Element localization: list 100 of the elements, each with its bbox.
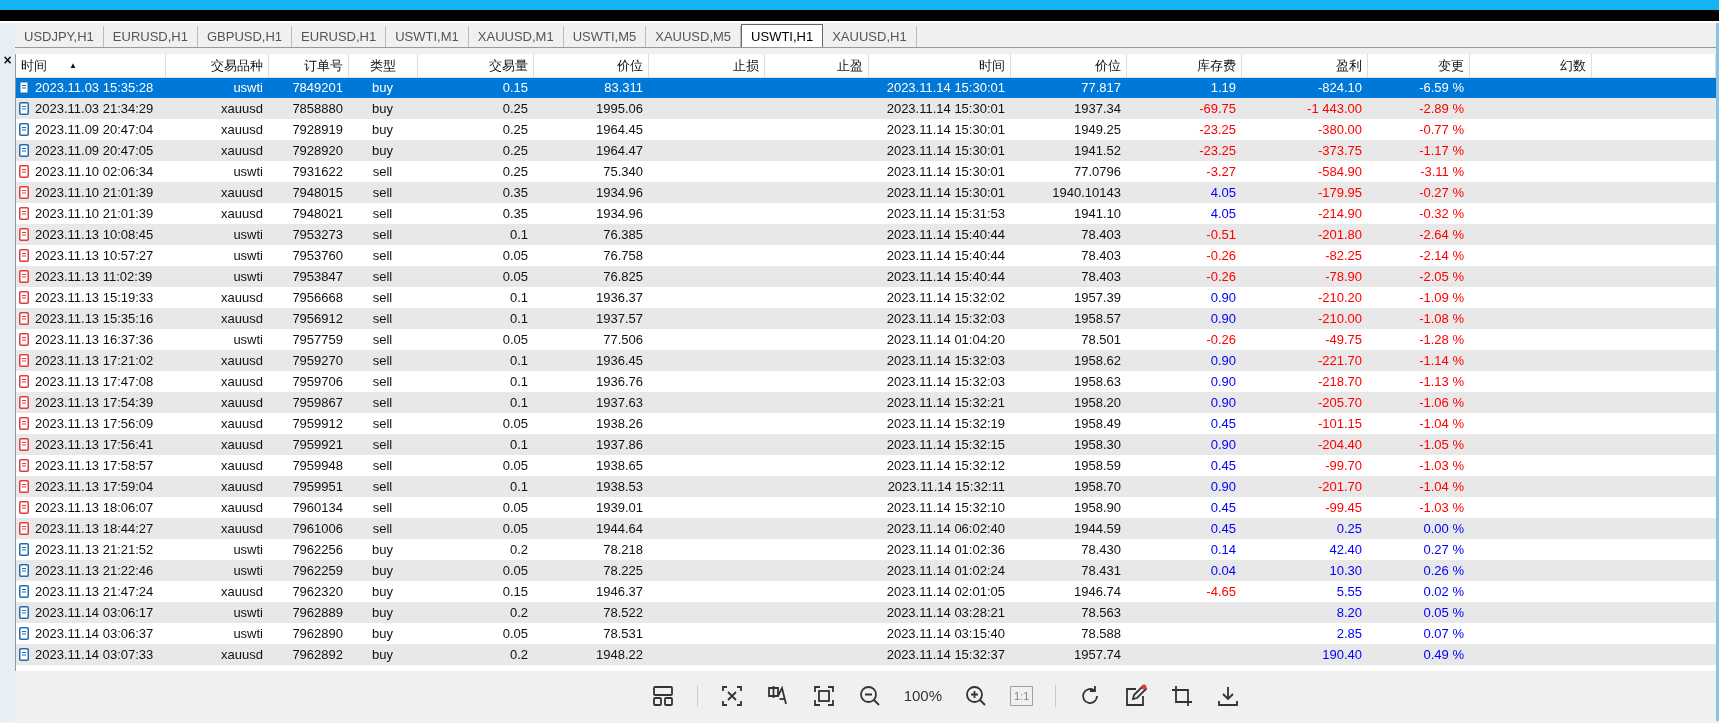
table-cell: 0.1: [509, 289, 528, 305]
crop-icon[interactable]: [1170, 684, 1195, 709]
fit-screen-icon[interactable]: [811, 684, 836, 709]
table-row[interactable]: 2023.11.14 03:06:17 uswti 7962889 buy 0.2 78.522 2023.11.14 03:28:21 78.563 8.20 0.05 %: [16, 602, 1716, 623]
chart-tab[interactable]: USWTI,M5: [563, 26, 647, 47]
table-row[interactable]: 2023.11.13 16:37:36 uswti 7957759 sell 0.05 77.506 2023.11.14 01:04:20 78.501 -0.26 -49.75 -1.28 %: [16, 329, 1716, 350]
column-header[interactable]: 盈利: [1241, 54, 1367, 77]
table-cell: -0.26: [1206, 331, 1236, 347]
table-row[interactable]: 2023.11.13 17:56:41 xauusd 7959921 sell 0.1 1937.86 2023.11.14 15:32:15 1958.30 0.90 -204.40 -1.05 %: [16, 434, 1716, 455]
layout-icon[interactable]: [650, 684, 675, 709]
table-cell: -0.26: [1206, 268, 1236, 284]
table-row[interactable]: 2023.11.13 10:57:27 uswti 7953760 sell 0.05 76.758 2023.11.14 15:40:44 78.403 -0.26 -82.25 -2.14 %: [16, 245, 1716, 266]
table-row[interactable]: 2023.11.13 18:06:07 xauusd 7960134 sell 0.05 1939.01 2023.11.14 15:32:10 1958.90 0.45 -99.45 -1.03 %: [16, 497, 1716, 518]
column-header[interactable]: 变更: [1367, 54, 1469, 77]
table-cell: xauusd: [221, 142, 263, 158]
table-cell: 2023.11.13 18:06:07: [35, 499, 154, 515]
table-cell: 2023.11.13 15:19:33: [35, 289, 154, 305]
column-header[interactable]: 止盈: [764, 54, 868, 77]
chart-tab[interactable]: GBPUSD,H1: [197, 26, 293, 47]
table-row[interactable]: 2023.11.13 11:02:39 uswti 7953847 sell 0.05 76.825 2023.11.14 15:40:44 78.403 -0.26 -78.90 -2.05 %: [16, 266, 1716, 287]
chart-tab[interactable]: USWTI,M1: [386, 26, 469, 47]
column-header[interactable]: 价位: [1010, 54, 1126, 77]
sort-arrow-icon[interactable]: ▲: [69, 61, 77, 71]
table-cell: 1948.22: [596, 646, 643, 662]
column-header[interactable]: 止损: [648, 54, 764, 77]
table-cell: xauusd: [221, 646, 263, 662]
table-row[interactable]: 2023.11.10 02:06:34 uswti 7931622 sell 0.25 75.340 2023.11.14 15:30:01 77.0796 -3.27 -584.90 -3.11 %: [16, 161, 1716, 182]
table-cell: 1937.63: [596, 394, 643, 410]
table-cell: 2023.11.14 06:02:40: [886, 520, 1005, 536]
table-row[interactable]: 2023.11.13 21:22:46 uswti 7962259 buy 0.05 78.225 2023.11.14 01:02:24 78.431 0.04 10.30 0.26 %: [16, 560, 1716, 581]
table-row[interactable]: 2023.11.13 17:54:39 xauusd 7959867 sell 0.1 1937.63 2023.11.14 15:32:21 1958.20 0.90 -205.70 -1.06 %: [16, 392, 1716, 413]
chart-tab[interactable]: USDJPY,H1: [15, 26, 104, 47]
table-row[interactable]: 2023.11.10 21:01:39 xauusd 7948015 sell 0.35 1934.96 2023.11.14 15:30:01 1940.10143 4.05 -179.95 -0.27 %: [16, 182, 1716, 203]
table-cell: 7953273: [292, 226, 343, 242]
table-row[interactable]: 2023.11.13 15:19:33 xauusd 7956668 sell 0.1 1936.37 2023.11.14 15:32:02 1957.39 0.90 -210.20 -1.09 %: [16, 287, 1716, 308]
table-cell: uswti: [233, 247, 263, 263]
column-header[interactable]: 订单号: [268, 54, 348, 77]
table-row[interactable]: 2023.11.10 21:01:39 xauusd 7948021 sell 0.35 1934.96 2023.11.14 15:31:53 1941.10 4.05 -214.90 -0.32 %: [16, 203, 1716, 224]
table-cell: -3.11 %: [1420, 163, 1464, 179]
table-cell: 7961006: [292, 520, 343, 536]
close-glyph[interactable]: ×: [3, 53, 12, 67]
table-row[interactable]: 2023.11.14 03:07:33 xauusd 7962892 buy 0.2 1948.22 2023.11.14 15:32:37 1957.74 190.40 0.49 %: [16, 644, 1716, 665]
column-header[interactable]: 幻数: [1469, 54, 1591, 77]
table-row[interactable]: 2023.11.03 15:35:28 uswti 7849201 buy 0.15 83.311 2023.11.14 15:30:01 77.817 1.19 -824.10 -6.59 %: [16, 77, 1716, 98]
table-row[interactable]: 2023.11.09 20:47:04 xauusd 7928919 buy 0.25 1964.45 2023.11.14 15:30:01 1949.25 -23.25 -380.00 -0.77 %: [16, 119, 1716, 140]
edit-icon[interactable]: [1124, 684, 1149, 709]
table-cell: buy: [372, 583, 393, 599]
table-row[interactable]: 2023.11.13 17:56:09 xauusd 7959912 sell 0.05 1938.26 2023.11.14 15:32:19 1958.49 0.45 -101.15 -1.04 %: [16, 413, 1716, 434]
chart-tab[interactable]: EURUSD,H1: [292, 26, 387, 47]
table-row[interactable]: 2023.11.13 21:47:24 xauusd 7962320 buy 0.15 1946.37 2023.11.14 02:01:05 1946.74 -4.65 5.55 0.02 %: [16, 581, 1716, 602]
table-cell: 78.403: [1081, 247, 1121, 263]
table-cell: 2023.11.14 15:32:03: [886, 352, 1005, 368]
table-row[interactable]: 2023.11.13 17:21:02 xauusd 7959270 sell 0.1 1936.45 2023.11.14 15:32:03 1958.62 0.90 -221.70 -1.14 %: [16, 350, 1716, 371]
chart-tab[interactable]: XAUUSD,M1: [468, 26, 564, 47]
table-row[interactable]: 2023.11.13 21:21:52 uswti 7962256 buy 0.2 78.218 2023.11.14 01:02:36 78.430 0.14 42.40 0.27 %: [16, 539, 1716, 560]
table-cell: -1.06 %: [1419, 394, 1464, 410]
table-cell: sell: [372, 226, 393, 242]
chart-tab[interactable]: XAUUSD,H1: [823, 26, 917, 47]
table-cell: 1936.45: [596, 352, 643, 368]
table-cell: 2023.11.14 15:40:44: [886, 247, 1005, 263]
table-row[interactable]: 2023.11.13 17:59:04 xauusd 7959951 sell 0.1 1938.53 2023.11.14 15:32:11 1958.70 0.90 -201.70 -1.04 %: [16, 476, 1716, 497]
chart-tab[interactable]: USWTI,H1: [741, 24, 824, 47]
column-header[interactable]: 价位: [533, 54, 648, 77]
table-cell: 77.817: [1081, 80, 1121, 95]
table-cell: 2023.11.14 15:32:19: [886, 415, 1005, 431]
table-row[interactable]: 2023.11.13 10:08:45 uswti 7953273 sell 0.1 76.385 2023.11.14 15:40:44 78.403 -0.51 -201.80 -2.64 %: [16, 224, 1716, 245]
table-cell: 0.26 %: [1423, 562, 1464, 578]
table-cell: -201.70: [1317, 478, 1362, 494]
table-cell: 7959867: [292, 394, 343, 410]
table-cell: 7956912: [292, 310, 343, 326]
table-cell: 1941.52: [1074, 142, 1121, 158]
column-header[interactable]: 库存费: [1126, 54, 1241, 77]
chart-tab[interactable]: EURUSD,H1: [103, 26, 198, 47]
column-header[interactable]: 交易品种: [165, 54, 268, 77]
table-cell: xauusd: [221, 289, 263, 305]
table-cell: 2023.11.14 03:07:33: [35, 646, 154, 662]
table-row[interactable]: 2023.11.13 17:47:08 xauusd 7959706 sell 0.1 1936.76 2023.11.14 15:32:03 1958.63 0.90 -218.70 -1.13 %: [16, 371, 1716, 392]
column-header[interactable]: 交易量: [417, 54, 533, 77]
download-icon[interactable]: [1216, 684, 1241, 709]
table-row[interactable]: 2023.11.03 21:34:29 xauusd 7858880 buy 0.25 1995.06 2023.11.14 15:30:01 1937.34 -69.75 -1 443.00 -2.89 %: [16, 98, 1716, 119]
table-cell: 0.15: [502, 583, 528, 599]
table-cell: 1944.64: [596, 520, 643, 536]
table-cell: sell: [372, 163, 393, 179]
table-cell: 1936.37: [596, 289, 643, 305]
text-extract-icon[interactable]: [719, 684, 744, 709]
table-cell: -0.51: [1206, 226, 1236, 242]
table-row[interactable]: 2023.11.13 17:58:57 xauusd 7959948 sell 0.05 1938.65 2023.11.14 15:32:12 1958.59 0.45 -99.70 -1.03 %: [16, 455, 1716, 476]
table-row[interactable]: 2023.11.09 20:47:05 xauusd 7928920 buy 0.25 1964.47 2023.11.14 15:30:01 1941.52 -23.25 -373.75 -1.17 %: [16, 140, 1716, 161]
table-cell: 1957.39: [1074, 289, 1121, 305]
table-cell: 2023.11.14 03:15:40: [886, 625, 1005, 641]
table-cell: sell: [372, 352, 393, 368]
column-label: 时间: [21, 57, 47, 73]
column-header[interactable]: 类型: [348, 54, 417, 77]
column-header[interactable]: 时间: [868, 54, 1010, 77]
table-row[interactable]: 2023.11.13 15:35:16 xauusd 7956912 sell 0.1 1937.57 2023.11.14 15:32:03 1958.57 0.90 -210.00 -1.08 %: [16, 308, 1716, 329]
table-row[interactable]: 2023.11.14 03:06:37 uswti 7962890 buy 0.05 78.531 2023.11.14 03:15:40 78.588 2.85 0.07 %: [16, 623, 1716, 644]
table-cell: buy: [372, 646, 393, 662]
table-cell: -1.17 %: [1419, 142, 1464, 158]
table-row[interactable]: 2023.11.13 18:44:27 xauusd 7961006 sell 0.05 1944.64 2023.11.14 06:02:40 1944.59 0.45 0.25 0.00 %: [16, 518, 1716, 539]
table-cell: 0.49 %: [1423, 646, 1464, 662]
